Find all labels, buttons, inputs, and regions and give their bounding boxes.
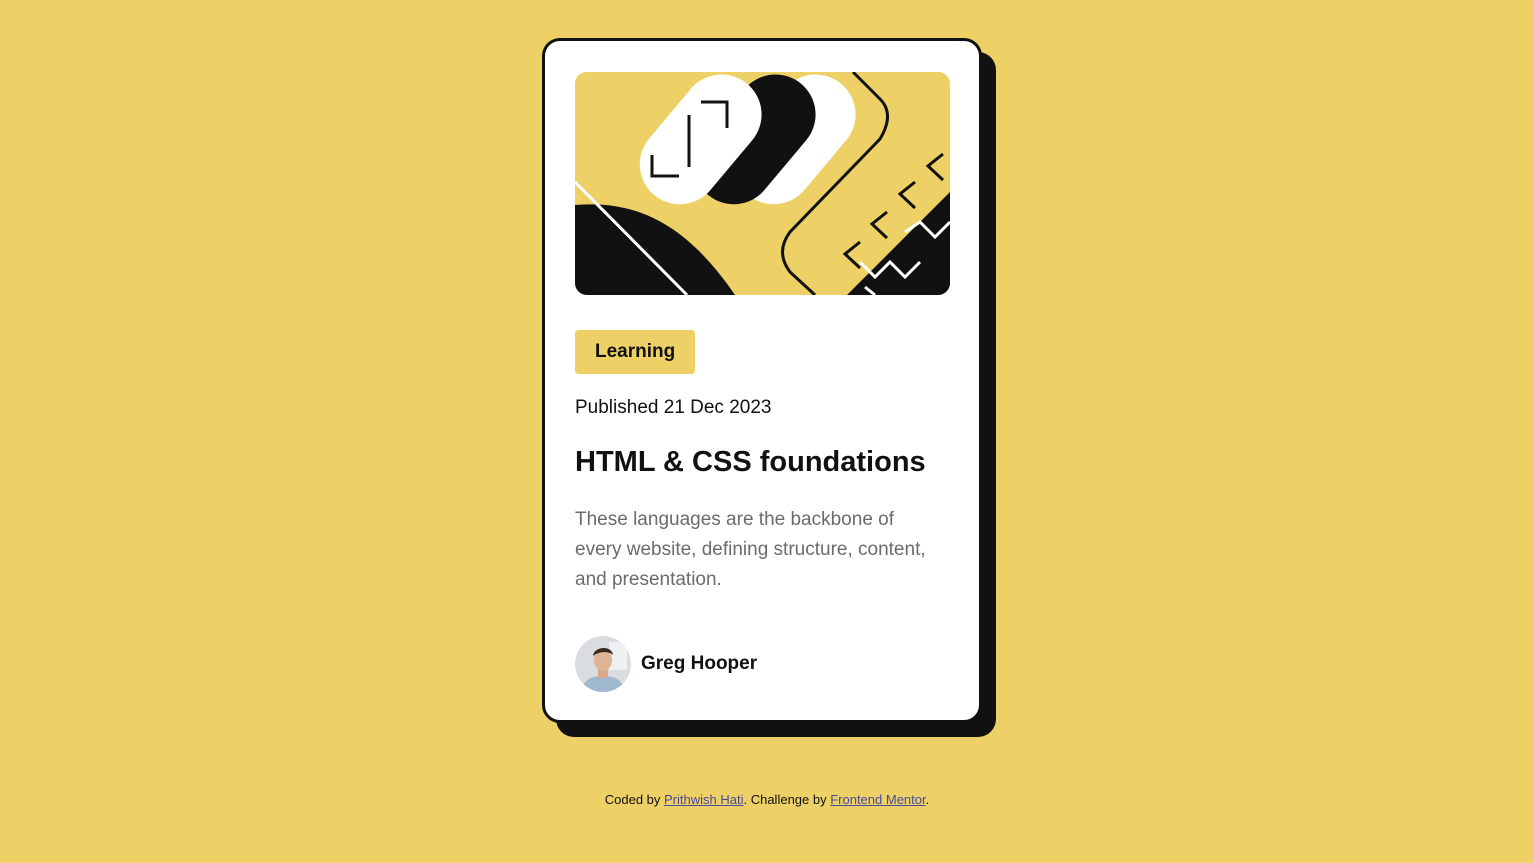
author-name: Greg Hooper [641,653,758,674]
blog-preview-card: Learning Published 21 Dec 2023 HTML & CS… [542,38,982,723]
attribution-suffix: . [925,792,930,807]
card-title[interactable]: HTML & CSS foundations [575,443,926,481]
avatar-icon [575,636,631,692]
illustration-image [575,72,950,295]
attribution-middle: . Challenge by [743,792,831,807]
avatar [575,636,631,692]
abstract-illustration-icon [575,72,950,295]
category-tag: Learning [575,330,696,374]
card-description: These languages are the backbone of ever… [575,509,926,590]
author-link[interactable]: Prithwish Hati [664,792,743,807]
challenge-link[interactable]: Frontend Mentor [830,792,925,807]
attribution-prefix: Coded by [604,792,665,807]
author: Greg Hooper [575,636,757,692]
attribution-footer: Coded by Prithwish Hati. Challenge by Fr… [0,791,1534,809]
published-date: Published 21 Dec 2023 [575,397,772,418]
